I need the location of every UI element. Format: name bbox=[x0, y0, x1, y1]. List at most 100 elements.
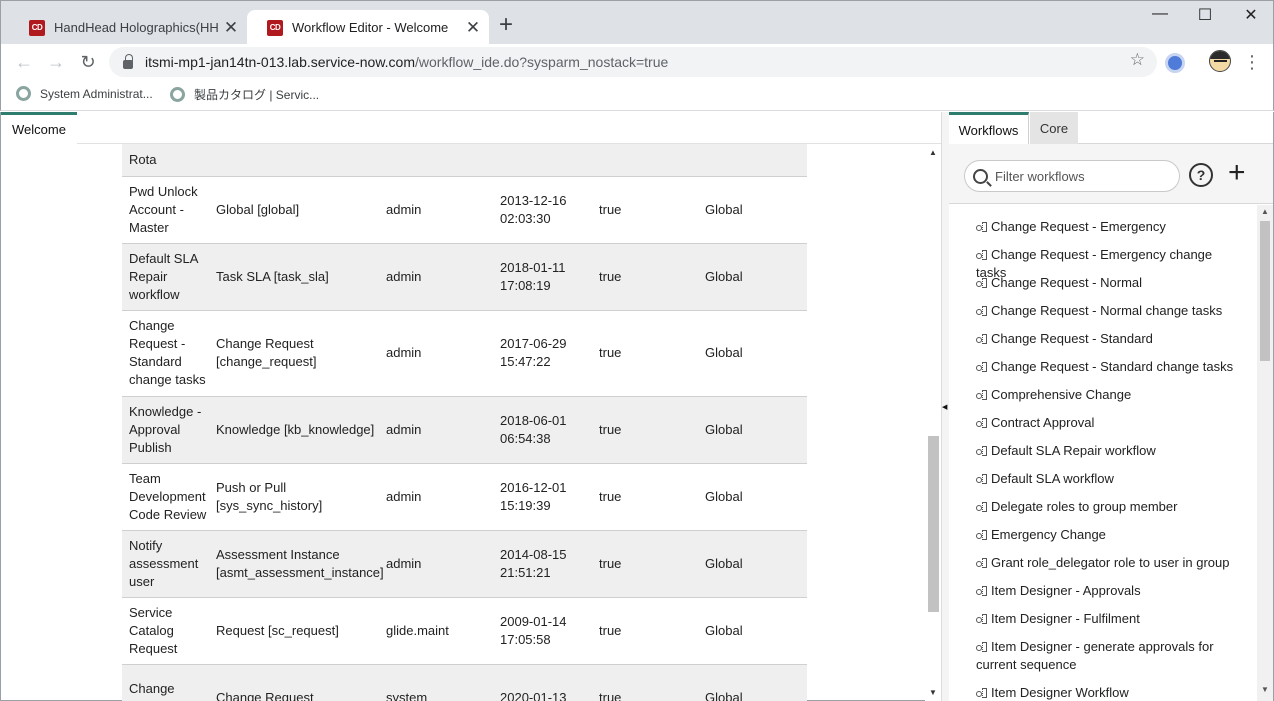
table-row[interactable]: Pwd Unlock Account - Master Global [globa… bbox=[122, 176, 807, 244]
workflow-label: Change Request - Normal bbox=[991, 275, 1143, 290]
cell-name: Pwd Unlock Account - Master bbox=[129, 183, 198, 235]
workflow-list-item[interactable]: Emergency Change bbox=[976, 526, 1236, 544]
close-tab-icon[interactable]: ✕ bbox=[219, 18, 243, 38]
tab-workflows[interactable]: Workflows bbox=[949, 112, 1029, 144]
help-icon[interactable]: ? bbox=[1189, 163, 1213, 187]
bookmark-star-icon[interactable]: ☆ bbox=[1130, 50, 1145, 70]
browser-menu-icon[interactable]: ⋮ bbox=[1243, 50, 1261, 74]
workflow-list-item[interactable]: Comprehensive Change bbox=[976, 386, 1236, 404]
cell-updated: 2020-01-13 bbox=[500, 689, 567, 701]
workflow-list-item[interactable]: Item Designer - Fulfilment bbox=[976, 610, 1236, 628]
back-arrow-icon[interactable]: ← bbox=[12, 50, 36, 74]
workflow-list-item[interactable]: Delegate roles to group member bbox=[976, 498, 1236, 516]
table-row[interactable]: Change Request - Standard change tasks Ch… bbox=[122, 310, 807, 397]
cell-name: Knowledge - Approval Publish bbox=[129, 403, 202, 455]
workflow-list-item[interactable]: Change Request - Emergency bbox=[976, 218, 1236, 236]
scrollbar-thumb[interactable] bbox=[928, 436, 939, 612]
scroll-up-arrow-icon[interactable]: ▲ bbox=[929, 148, 937, 157]
new-tab-button[interactable]: + bbox=[499, 13, 513, 37]
editor-scrollbar[interactable]: ▲ ▼ bbox=[925, 144, 941, 701]
cell-updated-by: admin bbox=[386, 201, 422, 217]
servicenow-bookmark-icon bbox=[16, 86, 31, 101]
workflow-editor-app: Welcome Rota Pwd Unlock Account - Master… bbox=[0, 112, 1274, 701]
workflow-icon bbox=[976, 558, 987, 568]
cell-updated-by: admin bbox=[386, 555, 422, 571]
table-row[interactable]: Service Catalog Request Request [sc_reque… bbox=[122, 597, 807, 665]
cell-updated-by: admin bbox=[386, 488, 422, 504]
workflow-icon bbox=[976, 446, 987, 456]
workflow-list-item[interactable]: Item Designer - generate approvals for c… bbox=[976, 638, 1236, 674]
table-row[interactable]: Knowledge - Approval Publish Knowledge [k… bbox=[122, 396, 807, 464]
cell-table: Change Request bbox=[216, 689, 314, 701]
cell-name: Notify assessment user bbox=[129, 537, 199, 589]
filter-workflows-field[interactable] bbox=[964, 160, 1180, 192]
servicenow-favicon-icon: CD bbox=[267, 19, 283, 36]
forward-arrow-icon[interactable]: → bbox=[44, 50, 68, 74]
cell-name: Rota bbox=[122, 144, 216, 177]
cell-table: Global [global] bbox=[216, 201, 300, 217]
bookmark-system-admin[interactable]: System Administrat... bbox=[16, 86, 153, 101]
workflow-list-item[interactable]: Item Designer - Approvals bbox=[976, 582, 1236, 600]
table-row[interactable]: Team Development Code Review Push or Pull… bbox=[122, 463, 807, 531]
workflow-label: Default SLA workflow bbox=[991, 471, 1114, 486]
tab-welcome[interactable]: Welcome bbox=[1, 112, 77, 144]
minimize-button[interactable]: — bbox=[1137, 5, 1183, 27]
tab-core[interactable]: Core bbox=[1030, 112, 1078, 144]
browser-tab-handhead[interactable]: CD HandHead Holographics(HHD) | I ✕ bbox=[9, 10, 247, 45]
workflow-list-item[interactable]: Change Request - Normal change tasks bbox=[976, 302, 1236, 320]
workflow-list-item[interactable]: Change Request - Standard bbox=[976, 330, 1236, 348]
tab-title: Workflow Editor - Welcome bbox=[292, 20, 449, 35]
scroll-down-arrow-icon[interactable]: ▼ bbox=[1261, 685, 1269, 694]
workflow-icon bbox=[976, 334, 987, 344]
workflow-icon bbox=[976, 474, 987, 484]
cell-updated: 2018-01-11 17:08:19 bbox=[500, 259, 566, 293]
cell-active: true bbox=[599, 268, 622, 284]
table-row[interactable]: Rota bbox=[122, 144, 807, 177]
address-bar[interactable]: itsmi-mp1-jan14tn-013.lab.service-now.co… bbox=[109, 47, 1157, 77]
workflow-label: Grant role_delegator role to user in gro… bbox=[991, 555, 1230, 570]
cell-name: Service Catalog Request bbox=[129, 604, 178, 656]
collapse-arrow-icon[interactable]: ◀ bbox=[942, 403, 947, 411]
workflows-sidebar: Workflows Core ? + Change Request - Emer… bbox=[949, 112, 1273, 701]
table-row[interactable]: Default SLA Repair workflow Task SLA [tas… bbox=[122, 243, 807, 311]
cell-updated: 2013-12-16 02:03:30 bbox=[500, 192, 567, 226]
close-window-button[interactable]: ✕ bbox=[1228, 5, 1274, 27]
workflow-list-item[interactable]: Change Request - Normal bbox=[976, 274, 1236, 292]
bookmark-product-catalog[interactable]: 製品カタログ | Servic... bbox=[170, 86, 319, 103]
browser-toolbar: ← → ↻ itsmi-mp1-jan14tn-013.lab.service-… bbox=[0, 44, 1274, 80]
workflow-label: Item Designer Workflow bbox=[991, 685, 1129, 700]
cell-domain: Global bbox=[705, 488, 743, 504]
workflow-list-item[interactable]: Item Designer Workflow bbox=[976, 684, 1236, 701]
cell-active: true bbox=[599, 689, 622, 701]
profile-avatar[interactable] bbox=[1209, 50, 1231, 72]
search-icon bbox=[973, 168, 988, 184]
extension-icon[interactable] bbox=[1165, 53, 1185, 73]
workflow-list-scrollbar[interactable]: ▲ ▼ bbox=[1257, 205, 1273, 701]
workflow-list-item[interactable]: Change Request - Standard change tasks bbox=[976, 358, 1236, 376]
workflow-icon bbox=[976, 642, 987, 652]
table-row[interactable]: Notify assessment user Assessment Instanc… bbox=[122, 530, 807, 598]
filter-toolbar: ? + bbox=[949, 144, 1273, 204]
workflow-list-item[interactable]: Default SLA workflow bbox=[976, 470, 1236, 488]
scroll-down-arrow-icon[interactable]: ▼ bbox=[929, 688, 937, 697]
cell-domain: Global bbox=[705, 622, 743, 638]
scroll-up-arrow-icon[interactable]: ▲ bbox=[1261, 207, 1269, 216]
workflow-list-item[interactable]: Contract Approval bbox=[976, 414, 1236, 432]
cell-name: Change Request - Standard change tasks bbox=[129, 318, 206, 387]
browser-tab-workflow-editor[interactable]: CD Workflow Editor - Welcome ✕ bbox=[247, 10, 489, 45]
table-row[interactable]: Change Request - Change Request system 2020… bbox=[122, 664, 807, 701]
workflow-icon bbox=[976, 502, 987, 512]
close-tab-icon[interactable]: ✕ bbox=[461, 18, 485, 38]
maximize-button[interactable]: ☐ bbox=[1182, 5, 1228, 27]
cell-domain: Global bbox=[705, 421, 743, 437]
cell-table: Task SLA [task_sla] bbox=[216, 268, 329, 284]
reload-icon[interactable]: ↻ bbox=[76, 50, 100, 74]
workflow-list-item[interactable]: Grant role_delegator role to user in gro… bbox=[976, 554, 1236, 572]
cell-name: Change Request - bbox=[129, 680, 185, 701]
scrollbar-thumb[interactable] bbox=[1260, 221, 1270, 361]
workflow-label: Contract Approval bbox=[991, 415, 1095, 430]
cell-updated: 2017-06-29 15:47:22 bbox=[500, 336, 567, 369]
add-workflow-button[interactable]: + bbox=[1228, 158, 1246, 188]
workflow-list-item[interactable]: Default SLA Repair workflow bbox=[976, 442, 1236, 460]
filter-workflows-input[interactable] bbox=[995, 168, 1165, 184]
